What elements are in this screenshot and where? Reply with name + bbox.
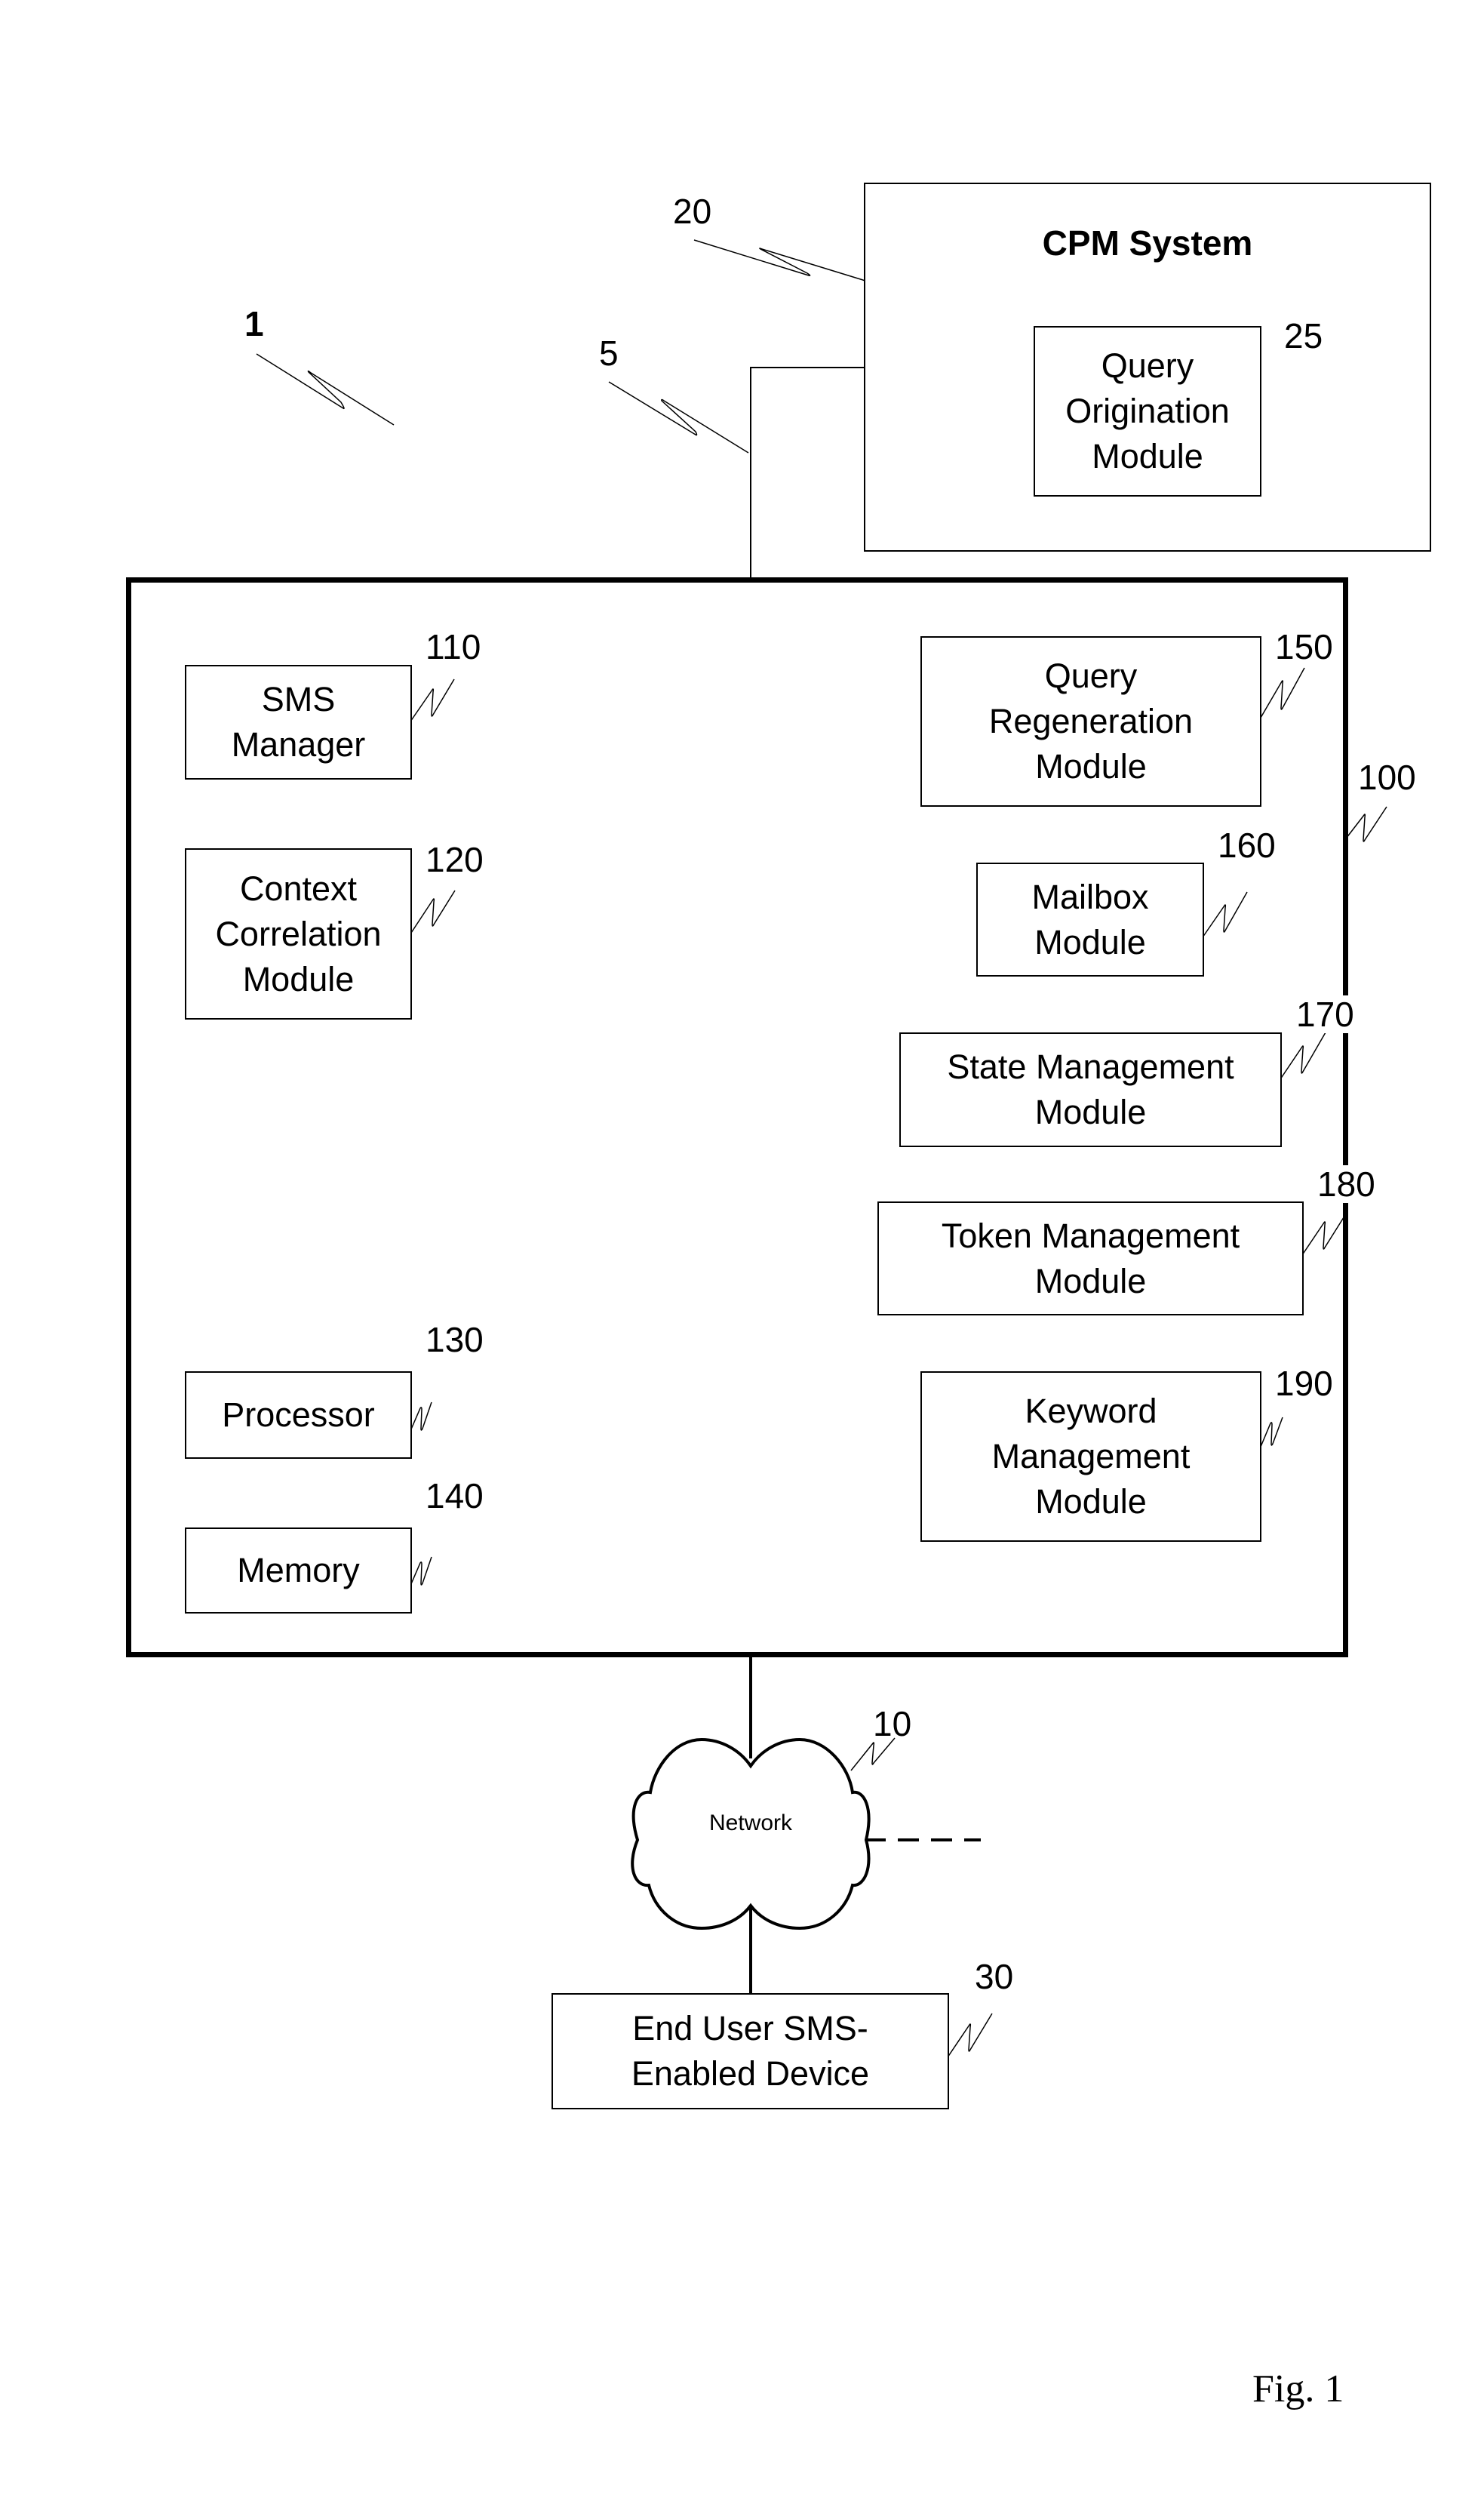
- context-correlation-ref-label: 120: [426, 840, 484, 879]
- sms-manager-ref-label: 110: [426, 627, 481, 666]
- query-origination-ref-label: 25: [1284, 316, 1323, 355]
- figure-caption: Fig. 1: [1252, 2367, 1344, 2410]
- patent-figure: 1 20 5 CPM System Query Origination Modu…: [0, 0, 1484, 2495]
- mailbox-module: Mailbox Module: [976, 863, 1204, 977]
- sms-manager-module: SMS Manager: [185, 665, 412, 780]
- leader-1: [256, 353, 395, 426]
- processor-ref-label: 130: [426, 1320, 484, 1359]
- keyword-management-ref-label: 190: [1275, 1364, 1333, 1403]
- query-origination-module: Query Origination Module: [1034, 326, 1261, 497]
- query-regeneration-module: Query Regeneration Module: [920, 636, 1261, 807]
- cpm-link-ref-label: 5: [599, 334, 619, 373]
- token-management-ref-label: 180: [1316, 1164, 1377, 1204]
- leader-30: [947, 2013, 993, 2058]
- mailbox-ref-label: 160: [1218, 826, 1276, 865]
- keyword-management-module: Keyword Management Module: [920, 1371, 1261, 1542]
- processor-module: Processor: [185, 1371, 412, 1459]
- memory-module: Memory: [185, 1527, 412, 1614]
- cpm-link-line: [750, 367, 864, 579]
- leader-5: [608, 381, 749, 454]
- state-management-module: State Management Module: [899, 1032, 1282, 1147]
- cpm-system-title: CPM System: [1042, 223, 1253, 263]
- system-ref-label: 1: [244, 304, 264, 343]
- network-label: Network: [708, 1810, 793, 1835]
- network-ref-label: 10: [873, 1704, 912, 1743]
- memory-ref-label: 140: [426, 1476, 484, 1515]
- cpm-system-ref-label: 20: [673, 192, 712, 231]
- state-management-ref-label: 170: [1295, 995, 1356, 1034]
- query-regeneration-ref-label: 150: [1275, 627, 1333, 666]
- leader-100: [1343, 806, 1387, 842]
- leader-20: [693, 239, 876, 285]
- token-management-module: Token Management Module: [877, 1201, 1304, 1315]
- platform-ref-label: 100: [1356, 758, 1418, 797]
- end-user-device: End User SMS- Enabled Device: [552, 1993, 949, 2109]
- context-correlation-module: Context Correlation Module: [185, 848, 412, 1020]
- end-user-device-ref-label: 30: [975, 1957, 1014, 1996]
